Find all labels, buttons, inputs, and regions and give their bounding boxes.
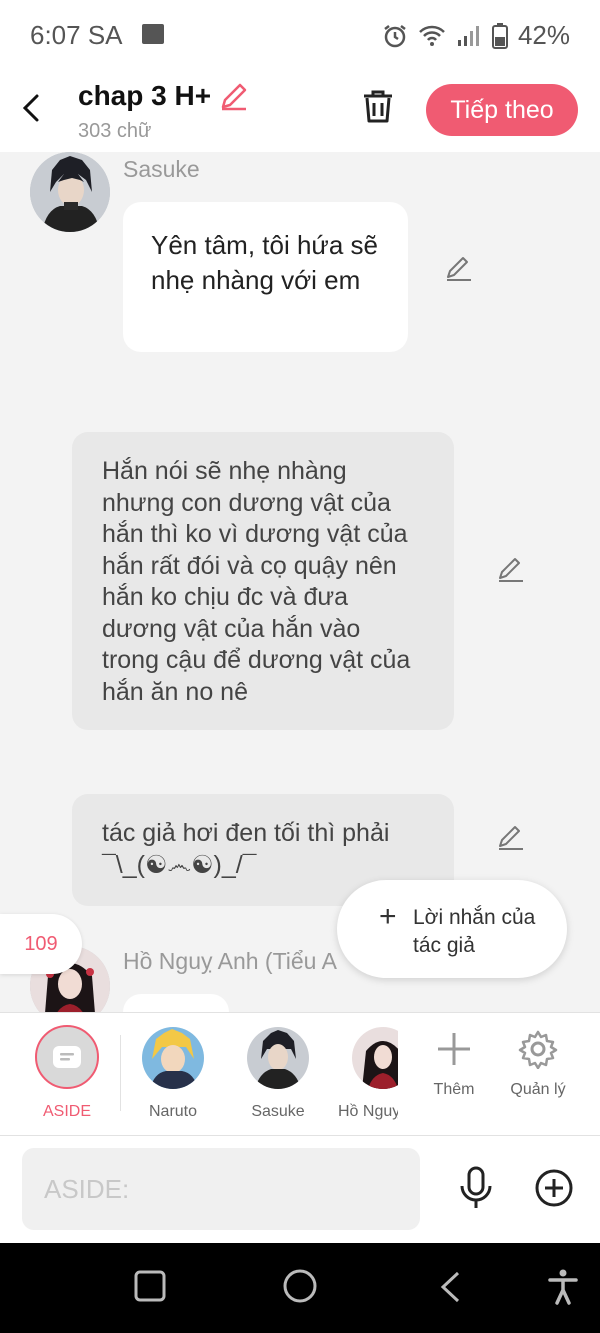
edit-message-button[interactable]	[444, 253, 474, 283]
back-nav-button[interactable]	[438, 1270, 462, 1309]
avatar-sasuke[interactable]	[30, 152, 110, 232]
sasuke-avatar	[247, 1027, 309, 1089]
battery-level: 42%	[517, 20, 570, 50]
word-count: 303 chữ	[78, 120, 152, 142]
edit-icon	[447, 257, 471, 281]
message-bubble[interactable]	[123, 994, 229, 1012]
edit-title-button[interactable]	[218, 80, 250, 117]
gear-icon	[518, 1030, 558, 1069]
add-label: Thêm	[433, 1081, 475, 1098]
plus-icon: +	[379, 900, 397, 933]
character-aside[interactable]: ASIDE	[27, 1025, 107, 1121]
character-bar: ASIDE Naruto Sasuke Hồ Nguỵ Thêm Quản lý	[0, 1012, 600, 1136]
pencil-icon	[221, 83, 247, 111]
aside-bubble[interactable]: Hắn nói sẽ nhẹ nhàng nhưng con dương vật…	[72, 432, 454, 730]
accessibility-icon	[548, 1269, 578, 1305]
signal-icon	[457, 25, 479, 46]
back-button[interactable]	[14, 86, 48, 130]
manage-label: Quản lý	[510, 1081, 566, 1098]
image-notification-icon	[142, 24, 164, 44]
chat-bubble-icon	[53, 1046, 81, 1068]
voice-button[interactable]	[456, 1166, 496, 1210]
aside-avatar	[35, 1025, 99, 1089]
trash-icon	[364, 90, 392, 123]
author-note-label: Lời nhắn của tác giả	[413, 906, 536, 957]
message-sender: Sasuke	[123, 156, 200, 182]
delete-button[interactable]	[358, 86, 400, 132]
character-naruto[interactable]: Naruto	[133, 1027, 213, 1121]
back-icon	[22, 94, 39, 122]
wifi-icon	[419, 25, 445, 46]
character-name: ASIDE	[42, 1103, 91, 1120]
circle-icon	[283, 1269, 317, 1303]
ho-nguy-avatar	[352, 1027, 398, 1089]
home-button[interactable]	[282, 1268, 318, 1309]
author-note-button[interactable]: + Lời nhắn của tác giả	[337, 880, 567, 978]
edit-message-button[interactable]	[496, 822, 526, 852]
manage-button[interactable]: Quản lý	[498, 1029, 578, 1099]
next-button[interactable]: Tiếp theo	[426, 84, 578, 136]
message-bubble[interactable]: Yên tâm, tôi hứa sẽ nhẹ nhàng với em	[123, 202, 408, 352]
system-nav-bar	[0, 1243, 600, 1333]
battery-icon	[491, 22, 508, 49]
status-time: 6:07 SA	[30, 20, 123, 50]
status-bar: 6:07 SA 42%	[0, 0, 600, 70]
input-row	[0, 1136, 600, 1243]
character-name: Sasuke	[251, 1103, 305, 1120]
character-count-badge[interactable]: 109	[0, 914, 82, 974]
edit-icon	[499, 826, 523, 850]
divider	[120, 1035, 121, 1111]
recents-button[interactable]	[134, 1270, 166, 1307]
mic-icon	[460, 1166, 492, 1208]
add-character-button[interactable]: Thêm	[414, 1029, 494, 1099]
accessibility-button[interactable]	[548, 1269, 578, 1310]
edit-message-button[interactable]	[496, 554, 526, 584]
naruto-avatar	[142, 1027, 204, 1089]
edit-icon	[499, 558, 523, 582]
message-sender: Hồ Nguỵ Anh (Tiểu A	[123, 948, 337, 974]
triangle-back-icon	[440, 1271, 460, 1303]
header: chap 3 H+ 303 chữ Tiếp theo	[0, 70, 600, 152]
character-sasuke[interactable]: Sasuke	[238, 1027, 318, 1121]
page-title[interactable]: chap 3 H+	[78, 80, 211, 112]
plus-icon	[438, 1033, 470, 1065]
square-icon	[134, 1270, 166, 1302]
add-circle-icon	[535, 1169, 573, 1207]
attach-button[interactable]	[534, 1168, 574, 1208]
status-icons: 42%	[382, 20, 570, 51]
character-name: Hồ Nguỵ	[338, 1103, 398, 1120]
character-name: Naruto	[148, 1103, 198, 1120]
message-input[interactable]	[22, 1148, 420, 1230]
alarm-icon	[384, 24, 406, 47]
character-ho-nguy[interactable]: Hồ Nguỵ	[338, 1027, 398, 1121]
